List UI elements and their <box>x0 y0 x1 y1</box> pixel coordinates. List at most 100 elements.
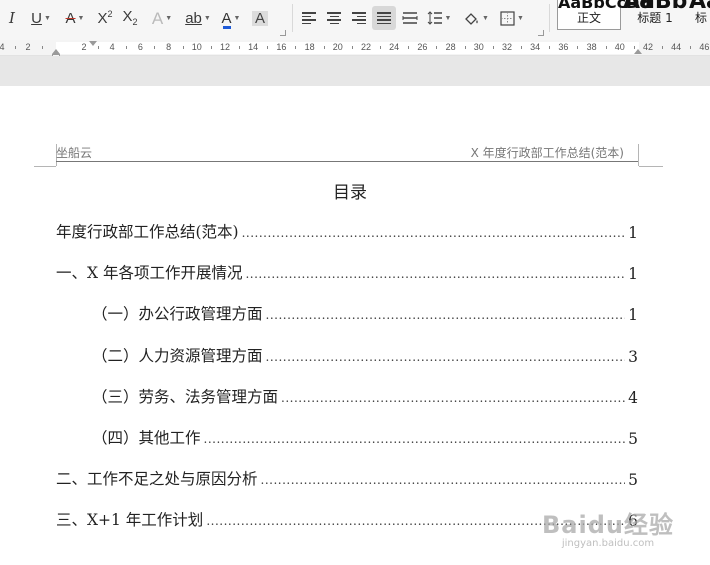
align-left-icon <box>302 12 316 24</box>
toc-dot-leader: ........................................… <box>203 432 625 446</box>
ruler-tick <box>549 46 551 49</box>
ruler-label: 4 <box>0 42 5 52</box>
toc-entry-text: （二）人力资源管理方面 <box>92 346 263 365</box>
horizontal-ruler[interactable]: 4 2 2 4 6 8 10 12 14 16 18 20 22 24 26 28 30 32 34 36 38 40 42… <box>0 40 710 56</box>
paragraph-dialog-launcher-icon[interactable] <box>538 30 544 36</box>
font-color-icon: A <box>221 9 232 29</box>
paint-bucket-icon <box>465 12 478 25</box>
ruler-gutter <box>0 56 710 86</box>
toc-entry-text: （一）办公行政管理方面 <box>92 305 263 324</box>
chevron-down-icon: ▼ <box>43 14 51 22</box>
style-label: 标 <box>695 11 708 25</box>
toc-dot-leader: ........................................… <box>241 226 625 240</box>
highlight-button[interactable]: ab ▼ <box>182 6 214 30</box>
toc-dot-leader: ........................................… <box>265 308 625 323</box>
toc-entry-text: 年度行政部工作总结(范本) <box>56 223 239 241</box>
highlighter-icon: ab <box>185 9 202 27</box>
toc-page-number: 3 <box>628 347 638 366</box>
ruler-label: 46 <box>699 42 710 52</box>
chevron-down-icon: ▼ <box>517 14 524 22</box>
character-shading-icon: A <box>251 10 268 26</box>
underline-button[interactable]: U ▼ <box>26 6 56 30</box>
style-normal[interactable]: AaBbCcDd 正文 <box>557 0 651 30</box>
group-separator <box>549 4 550 32</box>
align-left-button[interactable] <box>298 6 320 30</box>
italic-button[interactable]: I <box>2 6 22 30</box>
right-indent-marker[interactable] <box>634 49 642 54</box>
ruler-tick <box>182 46 184 49</box>
ruler-tick <box>380 46 381 49</box>
borders-button[interactable]: ▼ <box>496 6 528 30</box>
ruler-tick <box>492 46 494 49</box>
formatting-ribbon: I U ▼ A ▼ X2 X2 A ▼ ab ▼ A ▼ A ▼ ▼ ▼ AaB… <box>0 0 710 40</box>
toc-entry[interactable]: 二、工作不足之处与原因分析...........................… <box>56 467 638 489</box>
chevron-down-icon: ▼ <box>444 14 452 22</box>
ruler-tick <box>295 46 297 49</box>
ruler-tick <box>126 46 128 49</box>
character-shading-button[interactable]: A <box>249 6 271 30</box>
distributed-align-icon <box>402 12 418 24</box>
watermark-logo: Baidu经验 <box>542 511 674 539</box>
toc-entry[interactable]: （三）劳务、法务管理方面............................… <box>92 385 638 407</box>
ruler-label: 38 <box>586 42 597 52</box>
ruler-tick <box>154 46 156 49</box>
toc-page-number: 1 <box>628 306 638 325</box>
chevron-down-icon: ▼ <box>482 14 489 22</box>
ruler-tick <box>605 46 607 49</box>
italic-icon: I <box>9 8 15 27</box>
header-left-text[interactable]: 坐船云 <box>56 144 92 161</box>
style-label: 正文 <box>576 11 601 25</box>
toc-page-number: 1 <box>628 224 638 242</box>
first-line-indent-marker[interactable] <box>89 41 97 46</box>
text-effect-button[interactable]: A ▼ <box>146 6 178 30</box>
ruler-tick <box>436 46 438 49</box>
ruler-tick <box>464 46 466 49</box>
toc-page-number: 5 <box>628 430 638 448</box>
ruler-tick <box>98 46 99 49</box>
line-spacing-button[interactable]: ▼ <box>424 6 454 30</box>
ruler-label: 20 <box>332 42 343 52</box>
toc-entry-text: （三）劳务、法务管理方面 <box>92 387 279 406</box>
chevron-down-icon: ▼ <box>203 14 211 22</box>
align-right-button[interactable] <box>348 6 370 30</box>
justify-button[interactable] <box>372 6 396 30</box>
ruler-label: 2 <box>25 42 31 52</box>
chevron-down-icon: ▼ <box>77 14 85 22</box>
toc-entry[interactable]: （二）人力资源管理方面.............................… <box>92 344 638 366</box>
ruler-tick <box>15 46 16 49</box>
toc-entry[interactable]: 一、X 年各项工作开展情况...........................… <box>56 261 638 283</box>
toc-entry[interactable]: （四）其他工作.................................… <box>92 426 638 448</box>
ruler-label: 32 <box>501 42 513 52</box>
subscript-icon: X2 <box>122 8 138 27</box>
font-dialog-launcher-icon[interactable] <box>280 30 286 36</box>
chevron-down-icon: ▼ <box>165 14 173 22</box>
font-color-button[interactable]: A ▼ <box>216 6 246 30</box>
ruler-label: 10 <box>191 42 202 52</box>
toc-entry[interactable]: 年度行政部工作总结(范本)...........................… <box>56 220 638 242</box>
shading-button[interactable]: ▼ <box>460 6 492 30</box>
align-center-button[interactable] <box>323 6 345 30</box>
ruler-label: 6 <box>137 42 143 52</box>
ruler-label: 14 <box>248 42 259 52</box>
header-right-text[interactable]: X 年度行政部工作总结(范本) <box>471 144 624 161</box>
subscript-button[interactable]: X2 <box>119 6 141 30</box>
style-heading-2[interactable]: AaBl 标 <box>688 0 710 30</box>
style-heading-1[interactable]: AaBb 标题 1 <box>622 0 688 30</box>
distributed-align-button[interactable] <box>399 6 421 30</box>
line-spacing-icon <box>427 11 442 25</box>
toc-entry[interactable]: （一）办公行政管理方面.............................… <box>92 302 638 324</box>
toc-title[interactable]: 目录 <box>0 178 700 203</box>
ruler-label: 2 <box>81 42 87 52</box>
style-label: 标题 1 <box>637 11 673 25</box>
toc-page-number: 4 <box>628 388 638 407</box>
toc-page-number: 1 <box>628 265 638 284</box>
underline-icon: U <box>31 9 42 27</box>
ruler-label: 8 <box>166 42 172 52</box>
strikethrough-button[interactable]: A ▼ <box>60 6 90 30</box>
document-page[interactable]: 坐船云 X 年度行政部工作总结(范本) 目录 年度行政部工作总结(范本)....… <box>0 86 710 565</box>
superscript-button[interactable]: X2 <box>94 6 116 30</box>
justify-icon <box>377 12 391 24</box>
ruler-label: 30 <box>473 42 484 52</box>
toc-dot-leader: ........................................… <box>260 473 625 488</box>
ruler-tick <box>521 46 522 49</box>
